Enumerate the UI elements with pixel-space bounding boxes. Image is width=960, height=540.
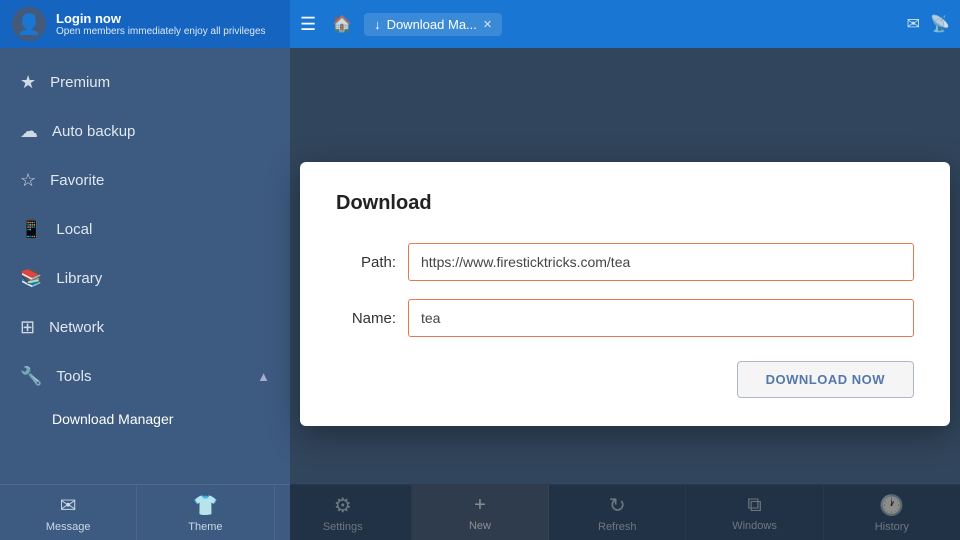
sidebar-label-auto-backup: Auto backup (52, 123, 135, 140)
login-info: Login now Open members immediately enjoy… (56, 11, 266, 37)
hamburger-icon[interactable]: ☰ (300, 14, 316, 35)
path-input[interactable] (408, 243, 914, 281)
tools-icon: 🔧 (20, 366, 42, 387)
sidebar-item-auto-backup[interactable]: ☁ Auto backup (0, 107, 290, 156)
theme-icon: 👕 (193, 493, 218, 518)
sidebar-items: ★ Premium ☁ Auto backup ☆ Favorite 📱 Loc… (0, 48, 290, 540)
login-title: Login now (56, 11, 266, 26)
name-field: Name: (336, 299, 914, 337)
sidebar-label-tools: Tools (56, 368, 91, 385)
top-bar-right: ☰ 🏠 ↓ Download Ma... ✕ ✉ 📡 (290, 0, 960, 48)
dialog-actions: DOWNLOAD NOW (336, 361, 914, 398)
main-layout: ★ Premium ☁ Auto backup ☆ Favorite 📱 Loc… (0, 48, 960, 540)
sidebar-label-favorite: Favorite (50, 172, 104, 189)
path-label: Path: (336, 254, 396, 271)
topbar-icons: ✉ 📡 (907, 14, 950, 34)
sidebar-label-library: Library (56, 270, 102, 287)
bottom-label-message: Message (46, 521, 91, 533)
sidebar-item-local[interactable]: 📱 Local (0, 205, 290, 254)
tab-download-arrow: ↓ (374, 17, 381, 32)
bottom-label-theme: Theme (188, 521, 222, 533)
modal-overlay: Download Path: Name: DOWNLOAD NOW (290, 48, 960, 540)
tab-label: Download Ma... (387, 17, 477, 32)
sidebar-item-tools[interactable]: 🔧 Tools ▲ (0, 352, 290, 401)
sidebar-label-local: Local (56, 221, 92, 238)
top-bar-left: 👤 Login now Open members immediately enj… (0, 7, 290, 41)
name-input[interactable] (408, 299, 914, 337)
name-label: Name: (336, 310, 396, 327)
sidebar-item-premium[interactable]: ★ Premium (0, 58, 290, 107)
bottom-item-message[interactable]: ✉ Message (0, 485, 137, 540)
sidebar-sub-download-manager[interactable]: Download Manager (0, 401, 290, 437)
topbar-cast-icon[interactable]: 📡 (930, 14, 950, 34)
dialog-title: Download (336, 192, 914, 215)
sidebar-item-favorite[interactable]: ☆ Favorite (0, 156, 290, 205)
sidebar-item-network[interactable]: ⊞ Network (0, 303, 290, 352)
sidebar-item-library[interactable]: 📚 Library (0, 254, 290, 303)
network-icon: ⊞ (20, 317, 35, 338)
sidebar: ★ Premium ☁ Auto backup ☆ Favorite 📱 Loc… (0, 48, 290, 540)
library-icon: 📚 (20, 268, 42, 289)
avatar[interactable]: 👤 (12, 7, 46, 41)
bottom-item-theme[interactable]: 👕 Theme (137, 485, 274, 540)
tools-collapse-icon: ▲ (257, 369, 270, 384)
sidebar-label-network: Network (49, 319, 104, 336)
top-bar: 👤 Login now Open members immediately enj… (0, 0, 960, 48)
active-tab[interactable]: ↓ Download Ma... ✕ (364, 13, 502, 36)
topbar-mail-icon[interactable]: ✉ (907, 14, 920, 34)
path-field: Path: (336, 243, 914, 281)
message-icon: ✉ (60, 493, 77, 518)
local-icon: 📱 (20, 219, 42, 240)
content-area: Download Path: Name: DOWNLOAD NOW (290, 48, 960, 540)
sidebar-sub-label-download-manager: Download Manager (52, 411, 173, 427)
download-dialog: Download Path: Name: DOWNLOAD NOW (300, 162, 950, 426)
home-icon[interactable]: 🏠 (332, 14, 352, 34)
login-subtitle: Open members immediately enjoy all privi… (56, 26, 266, 37)
tab-close-icon[interactable]: ✕ (483, 18, 492, 31)
sidebar-label-premium: Premium (50, 74, 110, 91)
download-now-button[interactable]: DOWNLOAD NOW (737, 361, 914, 398)
premium-icon: ★ (20, 72, 36, 93)
favorite-icon: ☆ (20, 170, 36, 191)
auto-backup-icon: ☁ (20, 121, 38, 142)
